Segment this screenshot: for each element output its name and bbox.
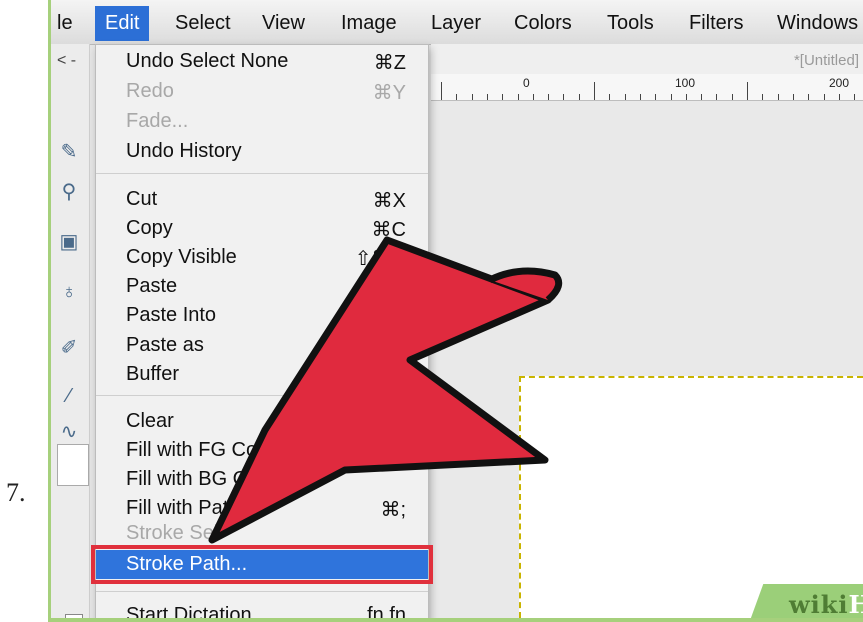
ruler-tick	[731, 94, 733, 100]
ruler-tick	[838, 94, 840, 100]
menu-item-stroke-selection: Stroke Sel	[126, 522, 219, 544]
smudge-tool-icon[interactable]: ✐	[57, 336, 81, 360]
menu-view[interactable]: View	[262, 12, 305, 35]
menu-item-fill-fg[interactable]: Fill with FG Co	[96, 436, 428, 465]
ruler-tick	[624, 94, 626, 100]
step-number: 7.	[6, 478, 26, 507]
ruler-label: 100	[675, 76, 696, 90]
menu-select[interactable]: Select	[175, 12, 231, 35]
menu-item-fill-bg[interactable]: Fill with BG C	[96, 465, 428, 494]
menu-item-paste[interactable]: Paste	[96, 272, 428, 301]
menu-item-buffer[interactable]: Buffer	[96, 360, 428, 389]
menu-item-undo[interactable]: Undo Select None ⌘Z	[96, 47, 428, 76]
ruler-tick	[517, 94, 519, 100]
ruler-tick	[823, 94, 825, 100]
menu-file[interactable]: le	[57, 12, 73, 35]
edit-menu-dropdown: Undo Select None ⌘Z Redo ⌘Y Fade... Undo…	[91, 44, 433, 618]
toolbox: < - ✎ ⚲ ▣ ♁ ✐ ⁄ ∿	[51, 44, 90, 618]
ruler-tick	[808, 94, 810, 100]
ruler-label: 0	[523, 76, 530, 90]
ruler-tick	[639, 94, 641, 100]
ruler-tick	[486, 94, 488, 100]
document-title[interactable]: *[Untitled]	[794, 52, 859, 69]
ruler-tick	[548, 94, 550, 100]
menu-item-paste-into[interactable]: Paste Into	[96, 301, 428, 330]
ruler-tick	[716, 94, 718, 100]
menu-filters[interactable]: Filters	[689, 12, 743, 35]
menubar: le Edit Select View Image Layer Colors T…	[51, 0, 863, 45]
menu-item-fade: Fade...	[126, 110, 189, 132]
path-tool-icon[interactable]: ∿	[57, 420, 81, 444]
menu-item-redo: Redo ⌘Y	[126, 80, 406, 104]
menu-item-stroke-path[interactable]: Stroke Path...	[91, 545, 433, 584]
menu-layer[interactable]: Layer	[431, 12, 481, 35]
menu-colors[interactable]: Colors	[514, 12, 572, 35]
image-canvas[interactable]	[519, 376, 863, 618]
image-tab-bar: *[Untitled]	[431, 44, 863, 75]
menu-windows[interactable]: Windows	[777, 12, 858, 35]
horizontal-ruler[interactable]: 0 100 200	[431, 74, 863, 101]
tool-options-panel[interactable]	[57, 444, 89, 486]
ruler-label: 200	[829, 76, 850, 90]
ruler-tick	[747, 82, 748, 100]
ruler-tick	[854, 94, 856, 100]
menu-item-copy-visible[interactable]: Copy Visible ⇧⌘C	[96, 243, 428, 272]
ruler-tick	[670, 94, 672, 100]
ruler-tick	[594, 82, 595, 100]
menu-separator	[96, 173, 428, 174]
menu-item-clear[interactable]: Clear	[96, 407, 428, 436]
wikihow-watermark: wikiHow	[789, 590, 863, 619]
menu-item-copy[interactable]: Copy ⌘C	[96, 214, 428, 243]
menu-item-undo-history[interactable]: Undo History	[96, 137, 428, 166]
ruler-tick	[762, 94, 764, 100]
menu-item-cut[interactable]: Cut ⌘X	[96, 185, 428, 214]
menu-separator	[96, 591, 428, 592]
ruler-tick	[456, 94, 458, 100]
menu-item-paste-as[interactable]: Paste as	[96, 331, 428, 360]
ruler-tick	[563, 94, 565, 100]
brush-tool-icon[interactable]: ⁄	[57, 384, 81, 408]
clone-tool-icon[interactable]: ♁	[57, 280, 81, 304]
color-swatch-icon[interactable]	[65, 614, 83, 618]
ruler-tick	[441, 82, 442, 100]
app-window: le Edit Select View Image Layer Colors T…	[48, 0, 863, 622]
pencil-tool-icon[interactable]: ✎	[57, 140, 81, 164]
ruler-tick	[701, 94, 703, 100]
ruler-tick	[578, 94, 580, 100]
ruler-tick	[655, 94, 657, 100]
menu-item-start-dictation[interactable]: Start Dictation fn fn	[96, 601, 428, 618]
ruler-tick	[685, 94, 687, 100]
menu-image[interactable]: Image	[341, 12, 397, 35]
ruler-tick	[792, 94, 794, 100]
menu-tools[interactable]: Tools	[607, 12, 654, 35]
tab-left[interactable]: < -	[57, 52, 76, 70]
ruler-tick	[502, 94, 504, 100]
ruler-tick	[471, 94, 473, 100]
menu-edit[interactable]: Edit	[95, 6, 150, 41]
crop-tool-icon[interactable]: ▣	[57, 230, 81, 254]
ruler-tick	[777, 94, 779, 100]
ruler-tick	[532, 94, 534, 100]
menu-separator	[96, 395, 428, 396]
ruler-tick	[609, 94, 611, 100]
zoom-tool-icon[interactable]: ⚲	[57, 180, 81, 204]
